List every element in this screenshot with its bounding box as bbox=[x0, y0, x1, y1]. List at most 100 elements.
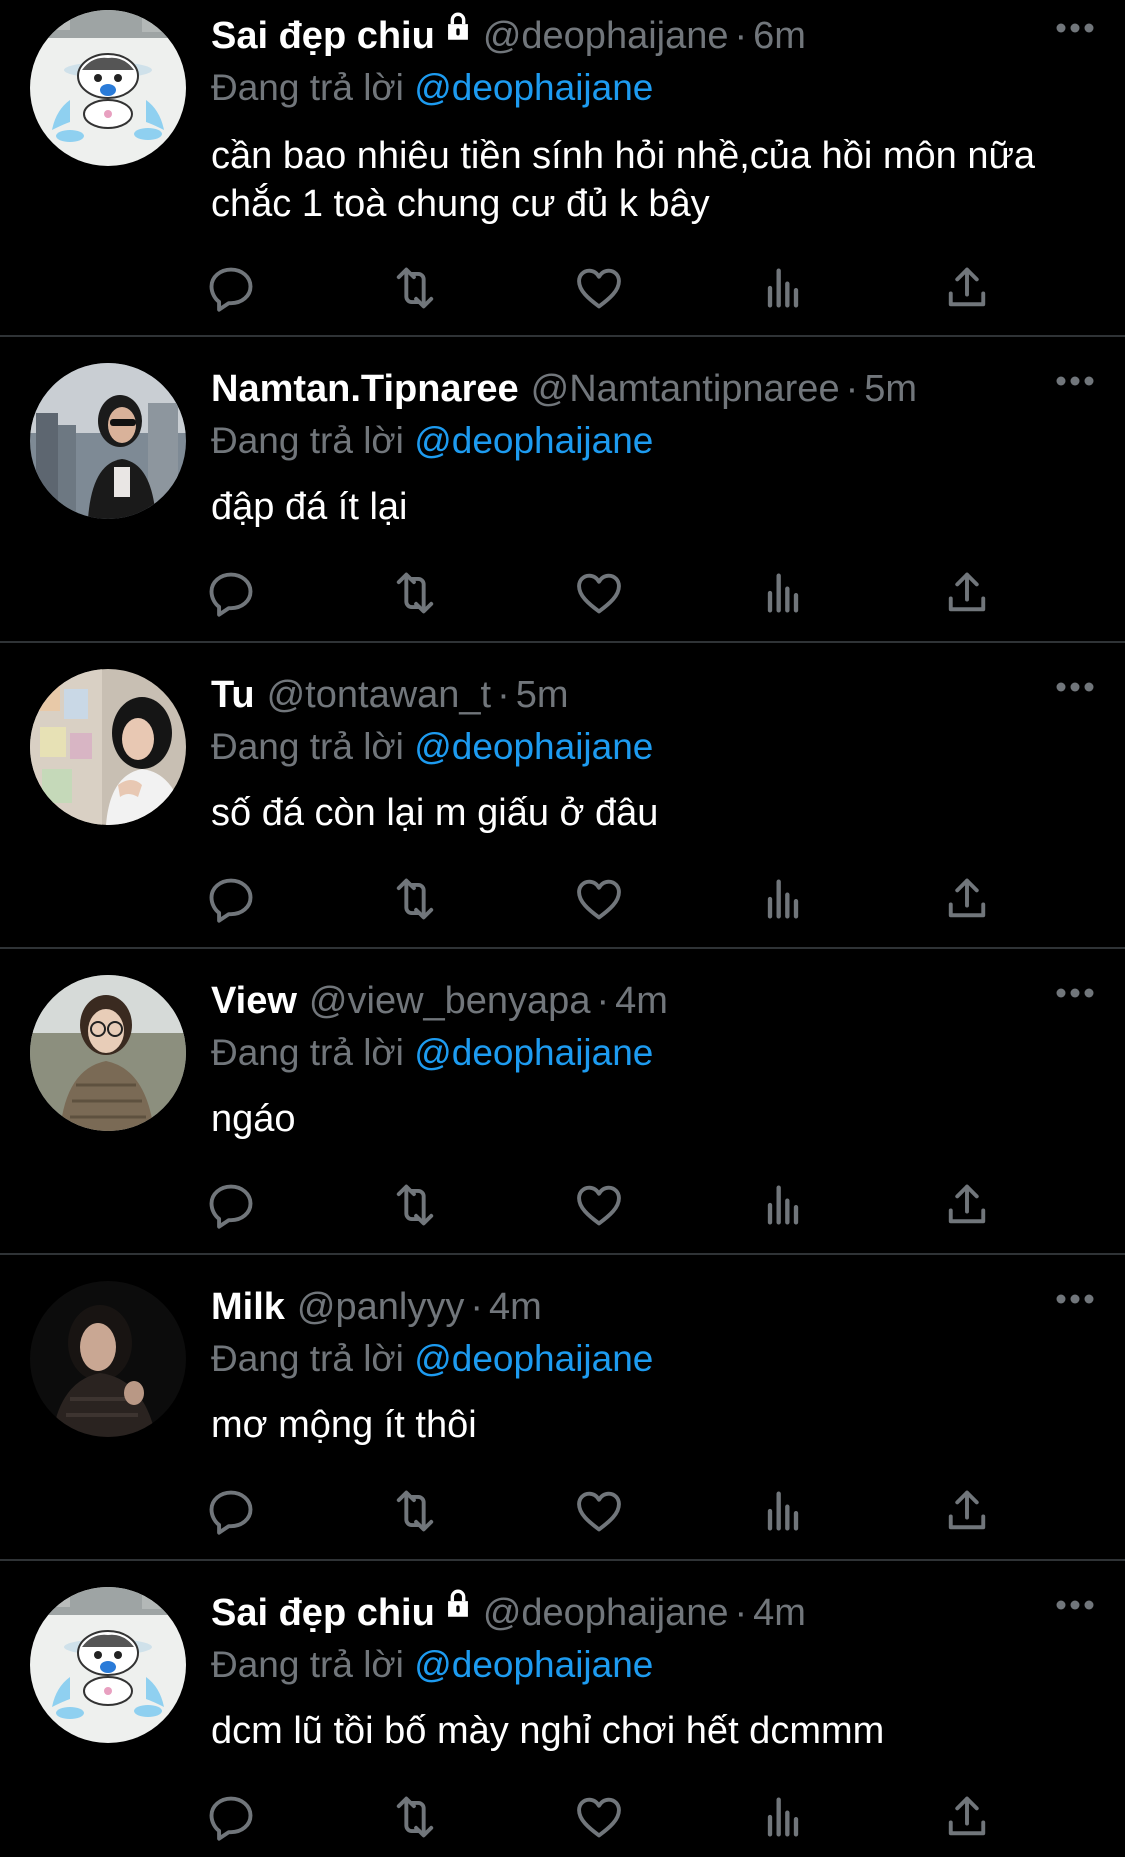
like-icon[interactable] bbox=[573, 1791, 625, 1843]
photo-avatar-image bbox=[30, 363, 186, 519]
like-icon[interactable] bbox=[573, 873, 625, 925]
more-icon[interactable] bbox=[1053, 18, 1097, 38]
timestamp[interactable]: 5m bbox=[864, 368, 917, 410]
share-icon[interactable] bbox=[941, 567, 993, 619]
more-icon[interactable] bbox=[1053, 677, 1097, 697]
views-icon[interactable] bbox=[757, 1485, 809, 1537]
action-bar bbox=[209, 1179, 1011, 1231]
photo-avatar-image bbox=[30, 975, 186, 1131]
reply-icon[interactable] bbox=[205, 262, 257, 314]
display-name[interactable]: Namtan.Tipnaree bbox=[211, 368, 519, 410]
tweet[interactable]: Milk @panlyyy · 4m Đang trả lời @deophaijan… bbox=[0, 1255, 1125, 1561]
cartoon-avatar-image bbox=[30, 1587, 186, 1743]
share-icon[interactable] bbox=[941, 262, 993, 314]
avatar[interactable] bbox=[30, 1587, 186, 1743]
tweet-text: ngáo bbox=[211, 1098, 296, 1140]
mention-link[interactable]: @deophaijane bbox=[414, 726, 653, 767]
reply-icon[interactable] bbox=[205, 873, 257, 925]
separator-dot: · bbox=[734, 15, 748, 57]
avatar[interactable] bbox=[30, 1281, 186, 1437]
user-handle[interactable]: @deophaijane bbox=[483, 1592, 729, 1634]
user-handle[interactable]: @tontawan_t bbox=[267, 674, 492, 716]
display-name[interactable]: Tu bbox=[211, 674, 255, 716]
action-bar bbox=[209, 1791, 1011, 1843]
mention-link[interactable]: @deophaijane bbox=[414, 420, 653, 461]
like-icon[interactable] bbox=[573, 262, 625, 314]
reply-icon[interactable] bbox=[205, 1485, 257, 1537]
views-icon[interactable] bbox=[757, 567, 809, 619]
action-bar bbox=[209, 262, 1011, 314]
more-icon[interactable] bbox=[1053, 1595, 1097, 1615]
replying-to: Đang trả lời @deophaijane bbox=[211, 1639, 653, 1691]
user-handle[interactable]: @Namtantipnaree bbox=[531, 368, 840, 410]
retweet-icon[interactable] bbox=[389, 262, 441, 314]
like-icon[interactable] bbox=[573, 567, 625, 619]
user-handle[interactable]: @view_benyapa bbox=[309, 980, 591, 1022]
reply-icon[interactable] bbox=[205, 1791, 257, 1843]
like-icon[interactable] bbox=[573, 1485, 625, 1537]
mention-link[interactable]: @deophaijane bbox=[414, 1032, 653, 1073]
tweet-header: Namtan.Tipnaree @Namtantipnaree · 5m bbox=[211, 363, 917, 415]
mention-link[interactable]: @deophaijane bbox=[414, 67, 653, 108]
retweet-icon[interactable] bbox=[389, 567, 441, 619]
avatar[interactable] bbox=[30, 975, 186, 1131]
tweet[interactable]: Tu @tontawan_t · 5m Đang trả lời @deophaija… bbox=[0, 643, 1125, 949]
user-handle[interactable]: @panlyyy bbox=[297, 1286, 464, 1328]
tweet[interactable]: Sai đẹp chiu @deophaijane · 6m Đang trả lời… bbox=[0, 0, 1125, 337]
more-icon[interactable] bbox=[1053, 1289, 1097, 1309]
retweet-icon[interactable] bbox=[389, 1179, 441, 1231]
views-icon[interactable] bbox=[757, 1179, 809, 1231]
timestamp[interactable]: 4m bbox=[615, 980, 668, 1022]
display-name[interactable]: View bbox=[211, 980, 297, 1022]
share-icon[interactable] bbox=[941, 1485, 993, 1537]
avatar[interactable] bbox=[30, 10, 186, 166]
views-icon[interactable] bbox=[757, 1791, 809, 1843]
timestamp[interactable]: 4m bbox=[489, 1286, 542, 1328]
tweet[interactable]: Namtan.Tipnaree @Namtantipnaree · 5m Đang t… bbox=[0, 337, 1125, 643]
display-name[interactable]: Milk bbox=[211, 1286, 285, 1328]
reply-icon[interactable] bbox=[205, 567, 257, 619]
reply-feed: Sai đẹp chiu @deophaijane · 6m Đang trả lời… bbox=[0, 0, 1125, 1857]
share-icon[interactable] bbox=[941, 1791, 993, 1843]
retweet-icon[interactable] bbox=[389, 1791, 441, 1843]
mention-link[interactable]: @deophaijane bbox=[414, 1644, 653, 1685]
mention-link[interactable]: @deophaijane bbox=[414, 1338, 653, 1379]
separator-dot: · bbox=[734, 1592, 748, 1634]
timestamp[interactable]: 4m bbox=[753, 1592, 806, 1634]
display-name[interactable]: Sai đẹp chiu bbox=[211, 15, 435, 57]
user-handle[interactable]: @deophaijane bbox=[483, 15, 729, 57]
photo-avatar-image bbox=[30, 1281, 186, 1437]
lock-icon bbox=[441, 6, 475, 58]
replying-to: Đang trả lời @deophaijane bbox=[211, 415, 653, 467]
replying-to: Đang trả lời @deophaijane bbox=[211, 721, 653, 773]
more-icon[interactable] bbox=[1053, 983, 1097, 1003]
avatar[interactable] bbox=[30, 669, 186, 825]
tweet[interactable]: View @view_benyapa · 4m Đang trả lời @deoph… bbox=[0, 949, 1125, 1255]
views-icon[interactable] bbox=[757, 262, 809, 314]
replying-to-label: Đang trả lời bbox=[211, 1644, 404, 1685]
action-bar bbox=[209, 567, 1011, 619]
tweet[interactable]: Sai đẹp chiu @deophaijane · 4m Đang trả lời… bbox=[0, 1561, 1125, 1857]
lock-icon bbox=[441, 1583, 475, 1635]
tweet-header: Tu @tontawan_t · 5m bbox=[211, 669, 569, 721]
like-icon[interactable] bbox=[573, 1179, 625, 1231]
tweet-text: số đá còn lại m giấu ở đâu bbox=[211, 792, 659, 834]
retweet-icon[interactable] bbox=[389, 1485, 441, 1537]
cartoon-avatar-image bbox=[30, 10, 186, 166]
timestamp[interactable]: 6m bbox=[753, 15, 806, 57]
avatar[interactable] bbox=[30, 363, 186, 519]
replying-to-label: Đang trả lời bbox=[211, 420, 404, 461]
views-icon[interactable] bbox=[757, 873, 809, 925]
tweet-text: đập đá ít lại bbox=[211, 486, 408, 528]
separator-dot: · bbox=[470, 1286, 483, 1328]
share-icon[interactable] bbox=[941, 873, 993, 925]
photo-avatar-image bbox=[30, 669, 186, 825]
reply-icon[interactable] bbox=[205, 1179, 257, 1231]
more-icon[interactable] bbox=[1053, 371, 1097, 391]
display-name[interactable]: Sai đẹp chiu bbox=[211, 1592, 435, 1634]
timestamp[interactable]: 5m bbox=[516, 674, 569, 716]
share-icon[interactable] bbox=[941, 1179, 993, 1231]
retweet-icon[interactable] bbox=[389, 873, 441, 925]
replying-to-label: Đang trả lời bbox=[211, 1338, 404, 1379]
tweet-text: mơ mộng ít thôi bbox=[211, 1404, 477, 1446]
